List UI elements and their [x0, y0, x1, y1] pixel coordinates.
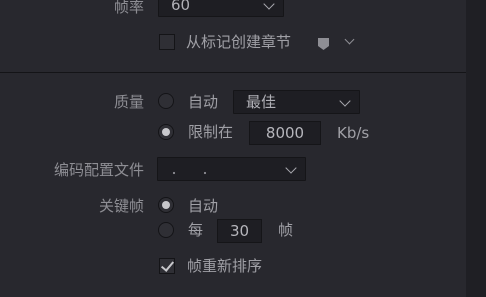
- chevron-down-icon: [263, 0, 275, 10]
- scroll-region: [466, 0, 486, 297]
- frame-rate-label: 帧率: [113, 0, 144, 16]
- chapters-from-markers-label: 从标记创建章节: [186, 33, 292, 51]
- frame-reorder-checkbox[interactable]: [159, 258, 175, 274]
- chapters-from-markers-checkbox[interactable]: [159, 34, 175, 50]
- quality-auto-radio[interactable]: [158, 93, 174, 109]
- keyframes-auto-radio[interactable]: [158, 197, 174, 213]
- chevron-down-icon: [285, 162, 297, 174]
- quality-limit-radio[interactable]: [158, 124, 174, 140]
- bitrate-unit-label: Kb/s: [337, 124, 370, 142]
- quality-label: 质量: [113, 93, 144, 111]
- bitrate-limit-input[interactable]: 8000: [249, 121, 321, 145]
- frame-rate-dropdown[interactable]: 60: [158, 0, 284, 17]
- section-divider: [0, 72, 466, 73]
- quality-value: 最佳: [246, 93, 277, 111]
- keyframe-interval-unit: 帧: [278, 221, 294, 239]
- export-settings-panel: 帧率 60 从标记创建章节 质量 自动 最佳 限制在 8000 Kb/s 编码配…: [0, 0, 486, 297]
- quality-auto-label: 自动: [188, 93, 219, 111]
- keyframe-interval-input[interactable]: 30: [217, 219, 262, 243]
- keyframes-every-radio[interactable]: [158, 222, 174, 238]
- frame-rate-value: 60: [171, 0, 191, 14]
- quality-dropdown[interactable]: 最佳: [233, 90, 360, 114]
- frame-reorder-label: 帧重新排序: [187, 257, 263, 275]
- truncated-text-mark: [172, 171, 207, 175]
- keyframes-label: 关键帧: [98, 197, 144, 215]
- marker-icon[interactable]: [318, 38, 329, 50]
- keyframes-auto-label: 自动: [188, 197, 219, 215]
- keyframes-every-label: 每: [188, 221, 204, 239]
- quality-limit-label: 限制在: [188, 123, 234, 141]
- chevron-down-icon: [339, 95, 351, 107]
- encoding-profile-label: 编码配置文件: [53, 161, 144, 179]
- marker-color-chevron-icon[interactable]: [344, 34, 355, 45]
